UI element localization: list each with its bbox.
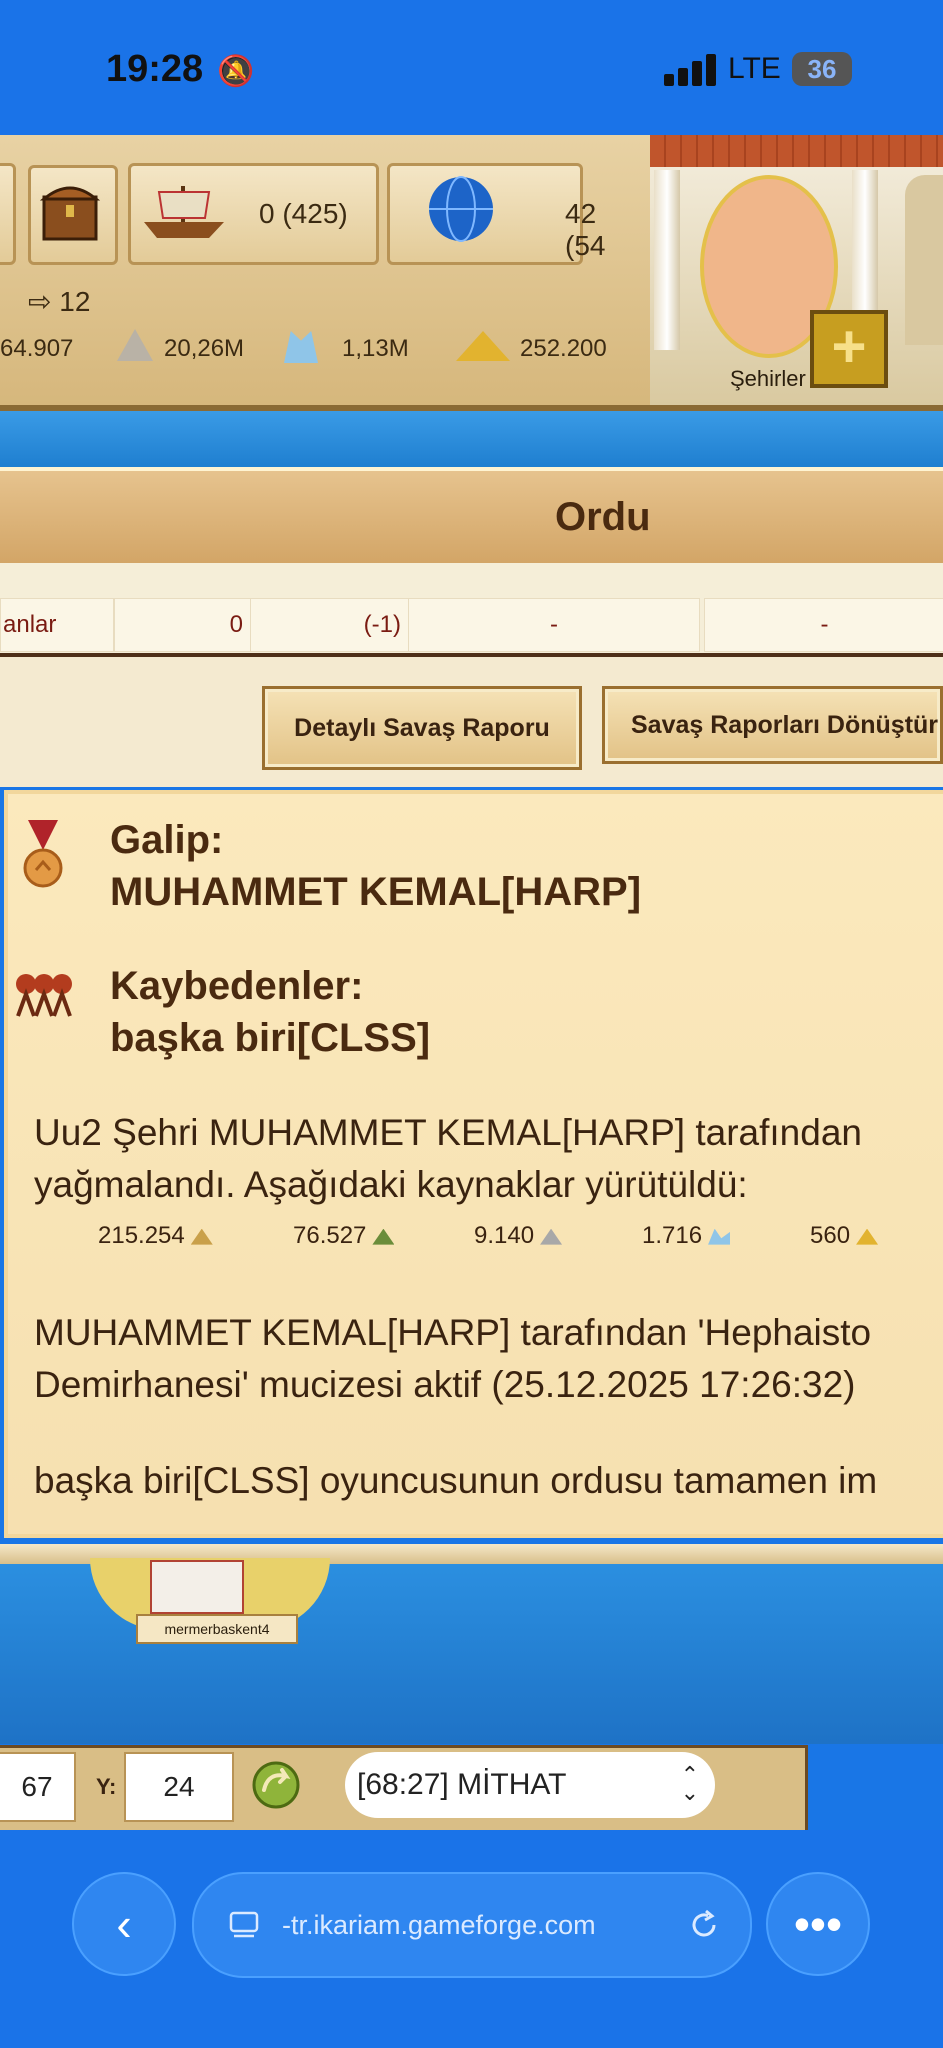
address-bar[interactable]: -tr.ikariam.gameforge.com <box>192 1872 752 1978</box>
go-arrow-icon[interactable] <box>250 1760 302 1810</box>
page-title: Ordu <box>555 495 651 539</box>
battery-icon: 36 <box>792 52 852 86</box>
detailed-report-button[interactable]: Detaylı Savaş Raporu <box>262 686 582 770</box>
cities-label[interactable]: Şehirler <box>730 366 806 392</box>
medal-icon <box>23 820 63 888</box>
sea-strip <box>0 411 943 467</box>
resource-crystal: 1,13M <box>342 335 409 362</box>
loser-name: başka biri[CLSS] <box>110 1016 431 1060</box>
world-panel[interactable]: 42 (54 <box>387 163 605 265</box>
table-cell-count: 0 <box>114 598 252 652</box>
army-destroyed-text: başka biri[CLSS] oyuncusunun ordusu tama… <box>34 1460 878 1501</box>
loot-value: 215.254 <box>98 1222 185 1249</box>
y-coordinate-input[interactable]: 24 <box>124 1752 234 1822</box>
bell-muted-icon: 🔕 <box>217 55 255 88</box>
loot-value: 560 <box>810 1222 851 1249</box>
convert-reports-button[interactable]: Savaş Raporları Dönüştür <box>602 686 943 764</box>
wood-icon <box>190 1228 213 1245</box>
losers-label: Kaybedenler: <box>110 964 364 1008</box>
x-coordinate-input[interactable]: 67 <box>0 1752 76 1822</box>
chest-icon <box>40 186 100 241</box>
ships-count: 0 (425) <box>259 198 348 229</box>
transport-count: ⇨ 12 <box>28 285 90 318</box>
wonder-text-line1: MUHAMMET KEMAL[HARP] tarafından 'Hephais… <box>34 1312 872 1353</box>
city-building-icon[interactable] <box>150 1560 244 1614</box>
loot-item: 1.716 <box>642 1222 731 1250</box>
city-select-value: [68:27] MİTHAT <box>357 1768 567 1801</box>
winner-label: Galip: <box>110 818 224 862</box>
loot-item: 9.140 <box>474 1222 563 1250</box>
status-bar: 19:28 🔕 LTE 36 <box>0 0 943 135</box>
sulfur-icon <box>856 1228 879 1245</box>
crystal-icon <box>284 331 318 363</box>
crystal-icon <box>708 1228 731 1245</box>
wine-icon <box>372 1228 395 1245</box>
signal-icon <box>664 52 720 86</box>
city-select[interactable]: [68:27] MİTHAT ⌃ ⌄ <box>345 1752 715 1818</box>
loot-item: 76.527 <box>293 1222 395 1250</box>
table-cell: - <box>408 598 700 652</box>
ellipsis-icon: ••• <box>793 1898 843 1950</box>
second-advisor-portrait[interactable] <box>905 175 943 345</box>
table-cell-name: anlar <box>0 598 114 652</box>
city-name-label[interactable]: mermerbaskent4 <box>136 1614 298 1644</box>
loot-value: 9.140 <box>474 1222 535 1249</box>
fallen-soldiers-icon <box>16 974 72 1017</box>
winner-name: MUHAMMET KEMAL[HARP] <box>110 870 642 914</box>
loot-text-line2: yağmalandı. Aşağıdaki kaynaklar yürütüld… <box>34 1164 748 1205</box>
resource-citizens: 64.907 <box>0 335 74 362</box>
reload-icon[interactable] <box>686 1907 722 1943</box>
resource-marble: 20,26M <box>164 335 245 362</box>
network-label: LTE <box>728 52 781 85</box>
updown-chevron-icon: ⌃ ⌄ <box>680 1762 699 1805</box>
cargo-ships-panel[interactable]: 0 (425) <box>128 163 379 265</box>
more-options-button[interactable]: ••• <box>766 1872 870 1976</box>
arrow-icon: ⇨ <box>28 286 52 317</box>
globe-icon <box>429 176 493 242</box>
loot-value: 1.716 <box>642 1222 703 1249</box>
y-label: Y: <box>96 1774 117 1799</box>
resource-sulfur: 252.200 <box>520 335 607 362</box>
chevron-left-icon: ‹ <box>116 1898 132 1950</box>
table-cell-diff: (-1) <box>250 598 410 652</box>
army-title-bar <box>0 467 943 571</box>
clock: 19:28 <box>106 48 204 90</box>
tab-icon <box>229 1911 259 1938</box>
plus-icon[interactable]: + <box>810 310 888 388</box>
temple-roof <box>650 135 943 167</box>
table-cell: - <box>704 598 943 652</box>
battle-report: Galip: MUHAMMET KEMAL[HARP] Kaybedenler:… <box>4 790 943 1538</box>
marble-icon <box>540 1228 563 1245</box>
partial-panel <box>0 163 16 265</box>
loot-item: 560 <box>810 1222 879 1250</box>
url-text: -tr.ikariam.gameforge.com <box>282 1909 596 1940</box>
wonder-text-line2: Demirhanesi' mucizesi aktif (25.12.2025 … <box>34 1364 856 1405</box>
marble-icon <box>117 329 153 361</box>
loot-item: 215.254 <box>98 1222 213 1250</box>
transport-value: 12 <box>59 286 91 317</box>
column <box>654 170 680 350</box>
loot-text-line1: Uu2 Şehri MUHAMMET KEMAL[HARP] tarafında… <box>34 1112 862 1153</box>
loot-value: 76.527 <box>293 1222 367 1249</box>
back-button[interactable]: ‹ <box>72 1872 176 1976</box>
sulfur-icon <box>456 331 510 361</box>
globe-value: 42 (54 <box>565 198 606 261</box>
ship-icon <box>144 186 224 238</box>
